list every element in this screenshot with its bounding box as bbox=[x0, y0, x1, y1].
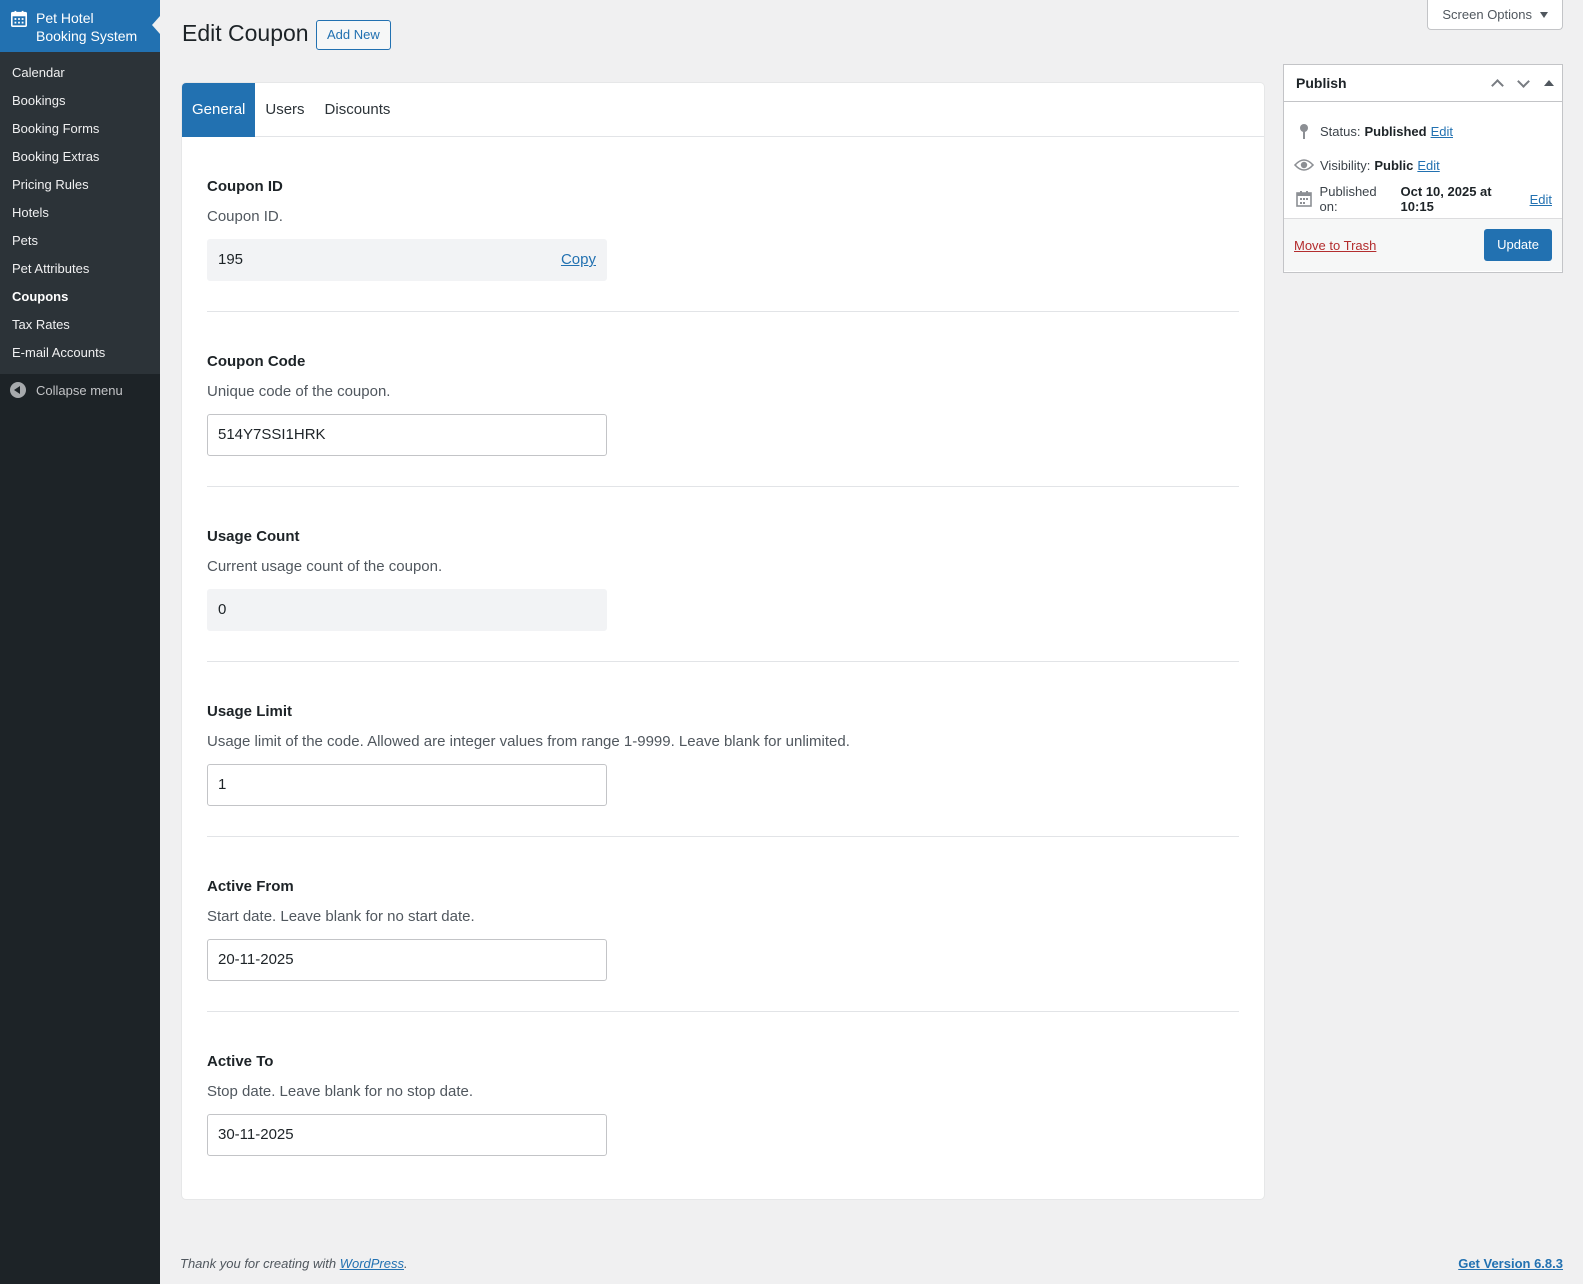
active-from-description: Start date. Leave blank for no start dat… bbox=[207, 908, 475, 925]
toggle-panel-button[interactable] bbox=[1536, 70, 1562, 96]
publish-status-row: Status: Published Edit bbox=[1294, 114, 1552, 148]
footer-thanks: Thank you for creating with WordPress. bbox=[180, 1256, 408, 1271]
edit-date-link[interactable]: Edit bbox=[1530, 192, 1552, 207]
copy-link[interactable]: Copy bbox=[561, 240, 596, 280]
tab-users[interactable]: Users bbox=[255, 83, 314, 137]
publish-box-footer: Move to Trash Update bbox=[1284, 219, 1562, 271]
coupon-code-description: Unique code of the coupon. bbox=[207, 383, 391, 400]
coupon-id-value: 195 bbox=[218, 251, 244, 268]
coupon-code-label: Coupon Code bbox=[207, 353, 306, 370]
sidebar-item-booking-forms[interactable]: Booking Forms bbox=[0, 115, 160, 143]
sidebar-item-tax-rates[interactable]: Tax Rates bbox=[0, 311, 160, 339]
admin-sidebar: Pet Hotel Booking System Calendar Bookin… bbox=[0, 0, 160, 1284]
chevron-up-icon bbox=[1490, 78, 1504, 92]
sidebar-app-header[interactable]: Pet Hotel Booking System bbox=[0, 0, 160, 52]
update-button[interactable]: Update bbox=[1484, 229, 1552, 261]
active-from-field: Active From Start date. Leave blank for … bbox=[207, 837, 1239, 1012]
publish-visibility-row: Visibility: Public Edit bbox=[1294, 148, 1552, 182]
usage-count-value: 0 bbox=[207, 589, 607, 631]
sidebar-app-title-line2: Booking System bbox=[36, 28, 138, 44]
coupon-code-input[interactable]: 514Y7SSI1HRK bbox=[207, 414, 607, 456]
active-from-label: Active From bbox=[207, 878, 294, 895]
sidebar-app-title-line1: Pet Hotel bbox=[36, 10, 94, 26]
move-down-button[interactable] bbox=[1510, 70, 1536, 96]
triangle-up-icon bbox=[1544, 80, 1554, 86]
sidebar-item-pets[interactable]: Pets bbox=[0, 227, 160, 255]
sidebar-item-bookings[interactable]: Bookings bbox=[0, 87, 160, 115]
sidebar-submenu: Calendar Bookings Booking Forms Booking … bbox=[0, 52, 160, 374]
coupon-edit-panel: General Users Discounts Coupon ID Coupon… bbox=[182, 83, 1264, 1199]
coupon-id-description: Coupon ID. bbox=[207, 208, 283, 225]
visibility-label: Visibility: bbox=[1320, 157, 1371, 173]
sidebar-item-email-accounts[interactable]: E-mail Accounts bbox=[0, 339, 160, 367]
get-version-link[interactable]: Get Version 6.8.3 bbox=[1458, 1256, 1563, 1271]
collapse-menu-button[interactable]: Collapse menu bbox=[0, 374, 160, 398]
active-to-field: Active To Stop date. Leave blank for no … bbox=[207, 1012, 1239, 1186]
pin-icon bbox=[1294, 123, 1314, 139]
coupon-id-value-box: 195 Copy bbox=[207, 239, 607, 281]
status-label: Status: bbox=[1320, 123, 1361, 139]
publish-title: Publish bbox=[1296, 75, 1347, 91]
publish-box-header: Publish bbox=[1284, 65, 1562, 102]
screen-options-label: Screen Options bbox=[1442, 7, 1532, 22]
footer-thanks-prefix: Thank you for creating with bbox=[180, 1256, 340, 1271]
sidebar-item-calendar[interactable]: Calendar bbox=[0, 59, 160, 87]
screen-options-button[interactable]: Screen Options bbox=[1427, 0, 1563, 30]
move-to-trash-link[interactable]: Move to Trash bbox=[1294, 238, 1376, 253]
sidebar-item-booking-extras[interactable]: Booking Extras bbox=[0, 143, 160, 171]
sidebar-item-pet-attributes[interactable]: Pet Attributes bbox=[0, 255, 160, 283]
sidebar-item-coupons[interactable]: Coupons bbox=[0, 283, 160, 311]
sidebar-item-hotels[interactable]: Hotels bbox=[0, 199, 160, 227]
coupon-code-field: Coupon Code Unique code of the coupon. 5… bbox=[207, 312, 1239, 487]
collapse-arrow-icon bbox=[10, 382, 26, 398]
eye-icon bbox=[1294, 157, 1314, 173]
edit-status-link[interactable]: Edit bbox=[1431, 124, 1453, 139]
sidebar-item-pricing-rules[interactable]: Pricing Rules bbox=[0, 171, 160, 199]
add-new-button[interactable]: Add New bbox=[316, 20, 391, 50]
wordpress-link[interactable]: WordPress bbox=[340, 1256, 404, 1271]
publish-date-row: Published on: Oct 10, 2025 at 10:15 Edit bbox=[1294, 182, 1552, 216]
usage-count-label: Usage Count bbox=[207, 528, 300, 545]
calendar-icon bbox=[10, 10, 28, 28]
coupon-id-field: Coupon ID Coupon ID. 195 Copy bbox=[207, 137, 1239, 312]
usage-limit-label: Usage Limit bbox=[207, 703, 293, 720]
active-from-input[interactable]: 20-11-2025 bbox=[207, 939, 607, 981]
calendar-icon bbox=[1294, 191, 1314, 207]
chevron-down-icon bbox=[1516, 74, 1530, 88]
usage-count-field: Usage Count Current usage count of the c… bbox=[207, 487, 1239, 662]
page-title: Edit Coupon bbox=[182, 20, 309, 46]
collapse-menu-label: Collapse menu bbox=[36, 382, 123, 398]
footer-thanks-suffix: . bbox=[404, 1256, 408, 1271]
edit-visibility-link[interactable]: Edit bbox=[1417, 158, 1439, 173]
tab-general[interactable]: General bbox=[182, 83, 256, 137]
coupon-id-label: Coupon ID bbox=[207, 178, 283, 195]
visibility-value: Public bbox=[1374, 157, 1414, 173]
published-value: Oct 10, 2025 at 10:15 bbox=[1400, 184, 1492, 214]
usage-limit-input[interactable]: 1 bbox=[207, 764, 607, 806]
move-up-button[interactable] bbox=[1484, 70, 1510, 96]
publish-box: Publish Status: Published Edit Visibility:… bbox=[1283, 64, 1563, 273]
tab-bar: General Users Discounts bbox=[182, 83, 1264, 137]
usage-count-description: Current usage count of the coupon. bbox=[207, 558, 443, 575]
sidebar-app-title: Pet Hotel Booking System bbox=[36, 9, 137, 45]
publish-box-body: Status: Published Edit Visibility: Public Ed… bbox=[1284, 102, 1562, 219]
caret-down-icon bbox=[1540, 12, 1548, 18]
tab-discounts[interactable]: Discounts bbox=[315, 83, 401, 137]
published-label: Published on: bbox=[1319, 184, 1377, 214]
usage-limit-field: Usage Limit Usage limit of the code. All… bbox=[207, 662, 1239, 837]
status-value: Published bbox=[1364, 123, 1427, 139]
active-to-label: Active To bbox=[207, 1053, 274, 1070]
usage-limit-description: Usage limit of the code. Allowed are int… bbox=[207, 733, 850, 750]
active-to-description: Stop date. Leave blank for no stop date. bbox=[207, 1083, 474, 1100]
active-to-input[interactable]: 30-11-2025 bbox=[207, 1114, 607, 1156]
